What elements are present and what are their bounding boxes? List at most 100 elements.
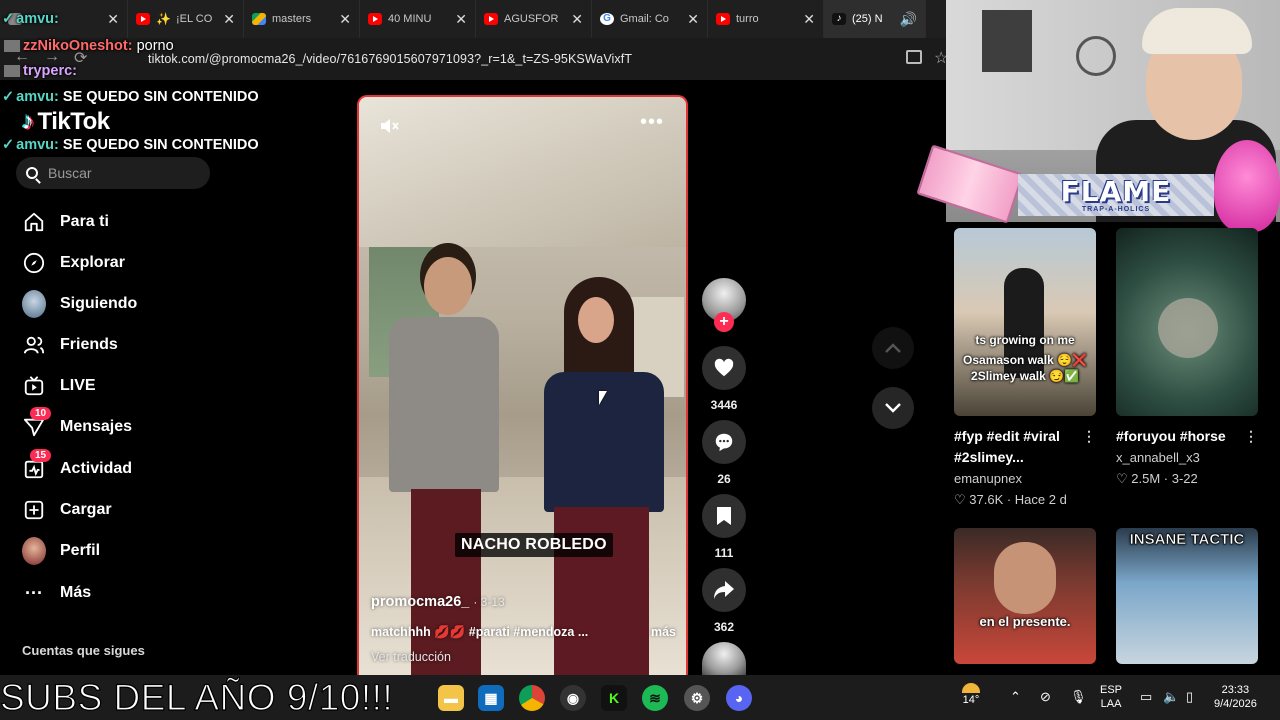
share-arrow-icon[interactable]: [702, 568, 746, 612]
video-thumbnail[interactable]: ts growing on me Osamason walk 😌❌ 2Slime…: [954, 228, 1096, 416]
url-field[interactable]: tiktok.com/@promocma26_/video/7616769015…: [148, 52, 632, 66]
thumbnail-text: INSANE TACTIC: [1129, 531, 1245, 548]
mouse-cursor-icon: [599, 391, 607, 405]
video-thumbnail[interactable]: en el presente.: [954, 528, 1096, 664]
creator-avatar[interactable]: +: [700, 278, 748, 332]
browser-tab-4[interactable]: AGUSFOR ✕: [476, 0, 592, 38]
speaker-icon[interactable]: 🔊: [900, 11, 917, 28]
store-icon[interactable]: ▦: [478, 685, 504, 711]
browser-tab-2[interactable]: masters ✕: [244, 0, 360, 38]
kick-icon[interactable]: K: [601, 685, 627, 711]
previous-video-button[interactable]: [872, 327, 914, 369]
video-stats: ♡ 37.6K · Hace 2 d: [954, 492, 1067, 507]
video-thumbnail[interactable]: [1116, 228, 1258, 416]
volume-icon[interactable]: 🔈: [1163, 690, 1179, 704]
tiktok-logo[interactable]: ♪ TikTok: [22, 108, 110, 136]
like-button[interactable]: 3446: [700, 346, 748, 412]
chevron-down-icon: [885, 403, 901, 413]
recommended-video-card[interactable]: #foruyou #horse ⋮ x_annabell_x3 ♡ 2.5M ·…: [1116, 228, 1258, 487]
recommended-video-card[interactable]: en el presente.: [954, 528, 1096, 664]
friends-icon: [22, 333, 46, 357]
compass-icon: [22, 251, 46, 275]
close-icon[interactable]: ✕: [571, 11, 583, 28]
sidebar-item-cargar[interactable]: Cargar: [22, 495, 112, 525]
video-thumbnail[interactable]: INSANE TACTIC: [1116, 528, 1258, 664]
thumbnail-text: Osamason walk 😌❌: [963, 353, 1087, 367]
more-options-icon[interactable]: ⋮: [1082, 426, 1096, 447]
chevron-up-icon[interactable]: ⌃: [1010, 690, 1021, 704]
battery-icon[interactable]: ▯: [1186, 690, 1193, 704]
verified-check-icon: ✓: [2, 137, 15, 153]
spotify-icon[interactable]: ≋: [642, 685, 668, 711]
next-video-button[interactable]: [872, 387, 914, 429]
network-off-icon[interactable]: ⊘: [1040, 690, 1051, 704]
video-author[interactable]: emanupnex: [954, 471, 1096, 486]
live-icon: [22, 374, 46, 398]
display-icon[interactable]: ▭: [1140, 690, 1152, 704]
more-options-icon[interactable]: ⋮: [1244, 426, 1258, 447]
mute-icon[interactable]: [379, 117, 399, 135]
language-indicator[interactable]: ESP LAA: [1100, 683, 1122, 711]
video-title[interactable]: #foruyou #horse ⋮: [1116, 426, 1258, 447]
sidebar-item-perfil[interactable]: Perfil: [22, 536, 100, 566]
close-icon[interactable]: ✕: [339, 11, 351, 28]
sidebar-item-friends[interactable]: Friends: [22, 330, 118, 360]
recommended-video-card[interactable]: INSANE TACTIC: [1116, 528, 1258, 664]
browser-tab-1[interactable]: ✨ ¡EL CO ✕: [128, 0, 244, 38]
comment-count: 26: [717, 472, 731, 486]
settings-gear-icon[interactable]: ⚙: [684, 685, 710, 711]
chat-avatar: [4, 40, 20, 53]
subs-overlay-text: SUBS DEL AÑO 9/10!!!: [0, 676, 394, 718]
bookmark-icon[interactable]: [702, 494, 746, 538]
video-title[interactable]: #fyp #edit #viral #2slimey... ⋮: [954, 426, 1096, 468]
close-icon[interactable]: ✕: [107, 11, 119, 28]
sidebar-item-siguiendo[interactable]: Siguiendo: [22, 289, 137, 319]
browser-tab-6[interactable]: turro ✕: [708, 0, 824, 38]
file-explorer-icon[interactable]: ▬: [438, 685, 464, 711]
video-author[interactable]: x_annabell_x3: [1116, 450, 1258, 465]
browser-tab-7[interactable]: ♪ (25) N 🔊: [824, 0, 926, 38]
video-stats: ♡ 2.5M · 3-22: [1116, 471, 1198, 486]
search-input[interactable]: Buscar: [16, 157, 210, 189]
discord-icon[interactable]: ◕: [726, 685, 752, 711]
video-person-boy: [389, 257, 499, 675]
close-icon[interactable]: ✕: [223, 11, 235, 28]
recommended-video-card[interactable]: ts growing on me Osamason walk 😌❌ 2Slime…: [954, 228, 1096, 508]
video-author[interactable]: promocma26_ · 3-13: [371, 594, 505, 610]
thumbnail-horse: [1158, 298, 1218, 358]
heart-icon[interactable]: [702, 346, 746, 390]
fan: [1076, 36, 1116, 76]
microphone-icon[interactable]: 🎙: [1070, 690, 1087, 704]
sidebar-item-actividad[interactable]: 15 Actividad: [22, 449, 132, 484]
chrome-icon[interactable]: [519, 685, 545, 711]
comment-icon[interactable]: [702, 420, 746, 464]
sidebar-item-para-ti[interactable]: Para ti: [22, 207, 109, 237]
verified-check-icon: ✓: [2, 89, 15, 105]
video-player[interactable]: ••• NACHO ROBLEDO promocma26_ · 3-13 matc…: [357, 95, 688, 675]
more-link[interactable]: más: [651, 625, 676, 639]
youtube-icon: [136, 13, 150, 25]
browser-tab-5[interactable]: G Gmail: Co ✕: [592, 0, 708, 38]
close-icon[interactable]: ✕: [687, 11, 699, 28]
weather-widget[interactable]: 14°: [962, 683, 980, 707]
chevron-up-icon: [885, 343, 901, 353]
activity-badge: 15: [30, 449, 52, 462]
sidebar-item-live[interactable]: LIVE: [22, 371, 96, 401]
save-button[interactable]: 111: [700, 494, 748, 560]
google-icon: G: [600, 13, 614, 25]
share-button[interactable]: 362: [700, 568, 748, 634]
video-more-options-icon[interactable]: •••: [640, 111, 664, 134]
next-creator-avatar[interactable]: [700, 642, 748, 676]
see-translation-link[interactable]: Ver traducción: [371, 650, 451, 664]
clock[interactable]: 23:33 9/4/2026: [1214, 683, 1257, 711]
browser-tab-3[interactable]: 40 MINU ✕: [360, 0, 476, 38]
comment-button[interactable]: 26: [700, 420, 748, 486]
sidebar-item-explorar[interactable]: Explorar: [22, 248, 125, 278]
follow-plus-icon[interactable]: +: [714, 312, 734, 332]
install-app-icon[interactable]: [906, 50, 922, 64]
sidebar-item-mensajes[interactable]: 10 Mensajes: [22, 407, 132, 442]
close-icon[interactable]: ✕: [455, 11, 467, 28]
sidebar-item-mas[interactable]: ··· Más: [22, 578, 91, 608]
obs-icon[interactable]: ◉: [560, 685, 586, 711]
close-icon[interactable]: ✕: [803, 11, 815, 28]
